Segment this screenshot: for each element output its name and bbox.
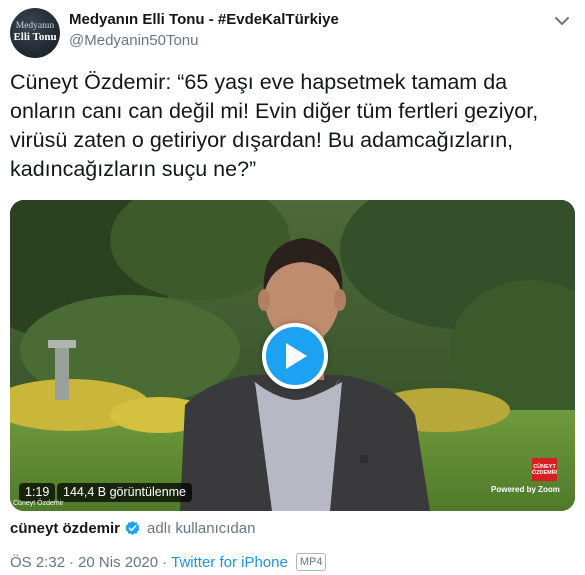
powered-by-label: Powered by Zoom [491, 485, 560, 494]
channel-logo: CÜNEYT ÖZDEMİR [532, 458, 557, 481]
tweet-date[interactable]: 20 Nis 2020 [78, 554, 158, 571]
source-suffix: adlı kullanıcıdan [147, 519, 256, 537]
play-button[interactable] [262, 323, 328, 389]
tweet-client-link[interactable]: Twitter for iPhone [171, 554, 288, 571]
view-count: 144,4 B görüntülenme [57, 483, 193, 502]
video-source: cüneyt özdemir adlı kullanıcıdan [10, 518, 255, 538]
avatar[interactable]: Medyanın Elli Tonu [10, 8, 60, 58]
play-icon [286, 343, 307, 369]
format-badge: MP4 [295, 553, 327, 571]
logo-text: CÜNEYT ÖZDEMİR [531, 463, 558, 476]
chevron-down-icon[interactable] [553, 12, 571, 30]
meta-separator: · [69, 553, 75, 571]
video-player[interactable]: 1:19 144,4 B görüntülenme Cüneyt Özdemir… [10, 200, 575, 511]
display-name[interactable]: Medyanın Elli Tonu - #EvdeKalTürkiye [69, 11, 339, 28]
video-watermark-name: Cüneyt Özdemir [13, 500, 64, 507]
verified-badge-icon [124, 520, 141, 537]
tweet-time[interactable]: ÖS 2:32 [10, 554, 65, 571]
tweet-meta: ÖS 2:32 · 20 Nis 2020 · Twitter for iPho… [10, 552, 327, 572]
tweet-text: Cüneyt Özdemir: “65 yaşı eve hapsetmek t… [10, 70, 539, 181]
tweet-header: Medyanın Elli Tonu Medyanın Elli Tonu - … [10, 8, 575, 58]
meta-separator: · [162, 553, 168, 571]
avatar-text-line2: Elli Tonu [13, 31, 57, 44]
source-account-name[interactable]: cüneyt özdemir [10, 520, 120, 537]
user-handle[interactable]: @Medyanin50Tonu [69, 32, 198, 49]
